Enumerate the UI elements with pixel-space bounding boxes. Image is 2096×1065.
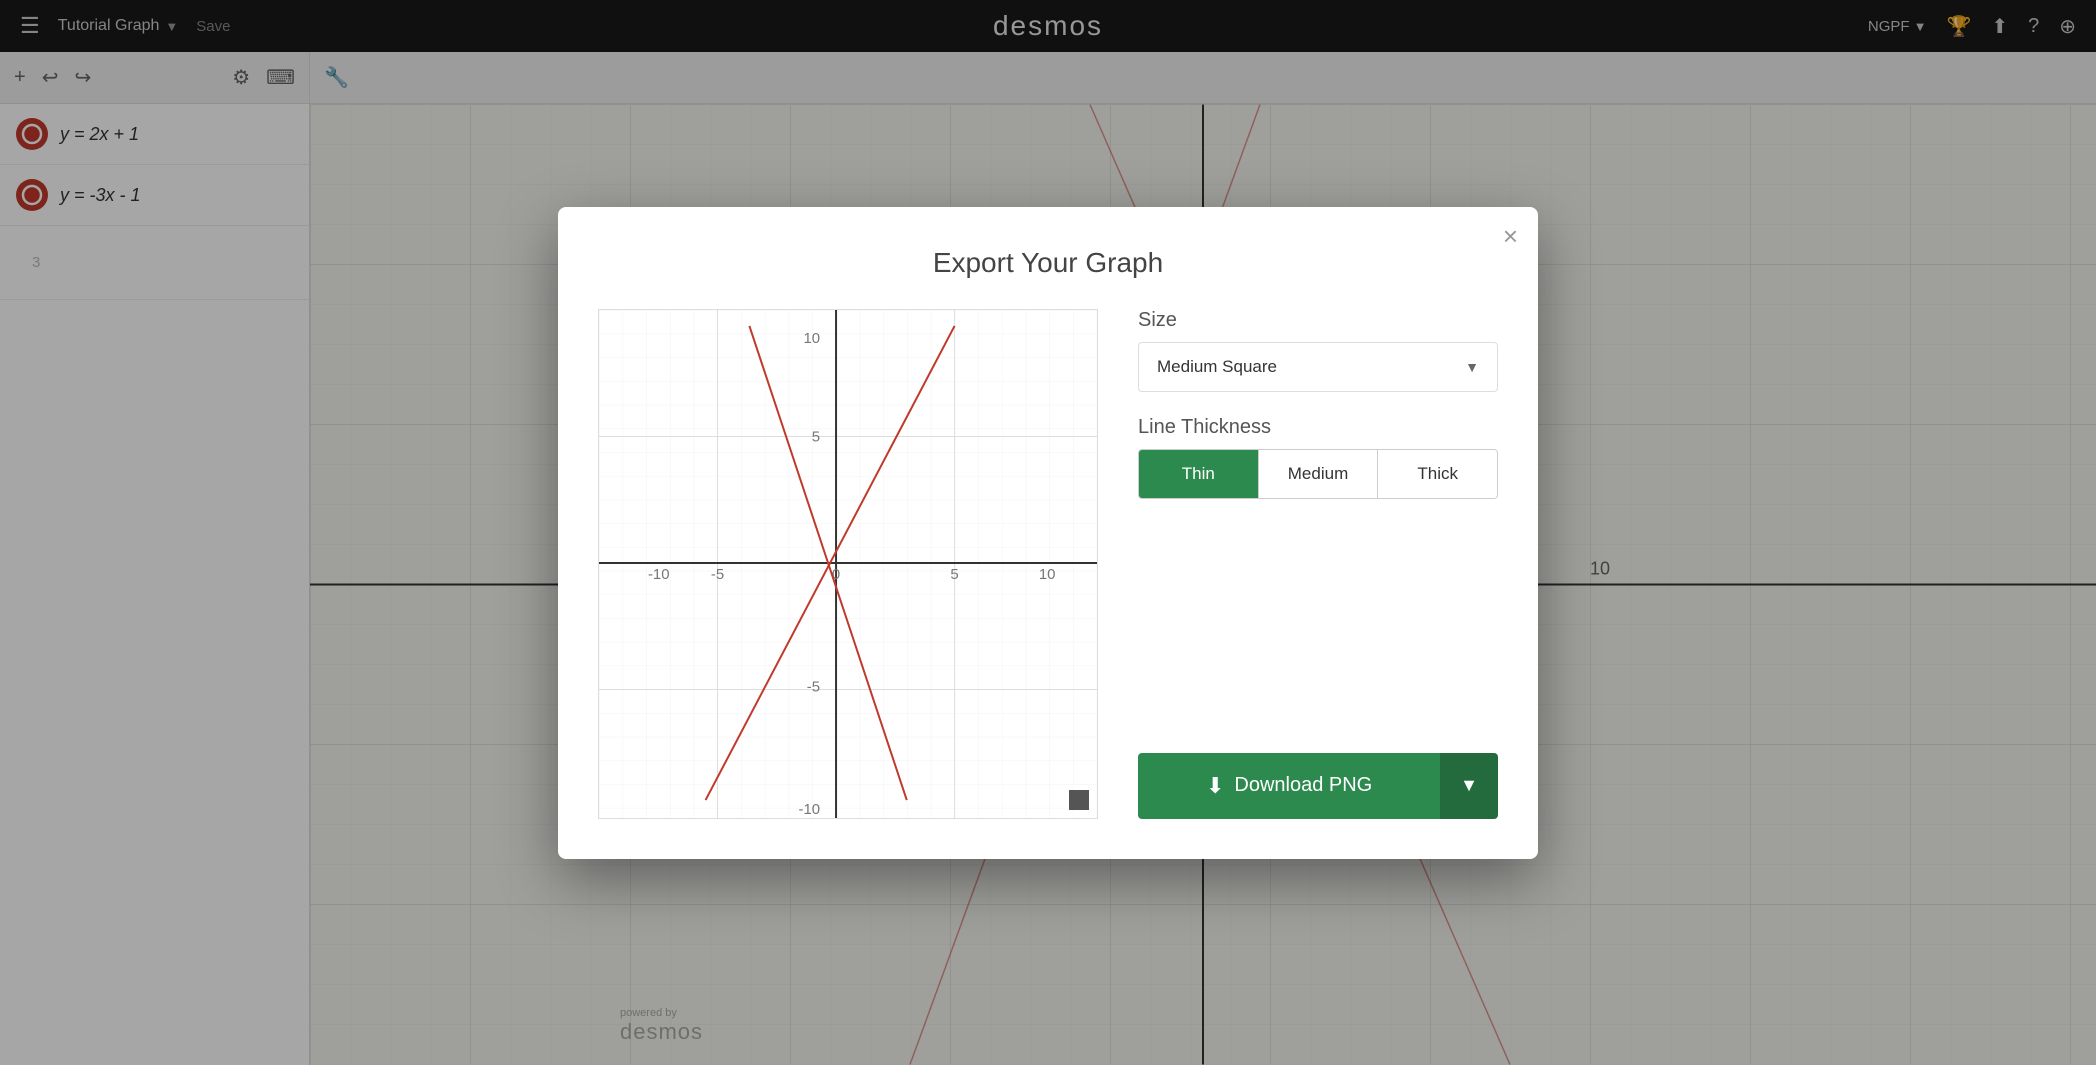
- download-row: ⬇ Download PNG ▼: [1138, 753, 1498, 819]
- download-icon: ⬇: [1206, 773, 1224, 799]
- right-panel: Size Medium Square ▼ Line Thickness Thin…: [1138, 309, 1498, 819]
- preview-svg: -10 -5 0 5 10 10 5 -5 -10: [599, 310, 1097, 818]
- modal-body: -10 -5 0 5 10 10 5 -5 -10: [598, 309, 1498, 819]
- graph-preview: -10 -5 0 5 10 10 5 -5 -10: [598, 309, 1098, 819]
- size-selected-text: Medium Square: [1157, 357, 1277, 377]
- svg-text:10: 10: [803, 329, 820, 346]
- size-label: Size: [1138, 309, 1498, 332]
- download-png-button[interactable]: ⬇ Download PNG: [1138, 753, 1440, 819]
- svg-text:5: 5: [812, 428, 820, 445]
- download-arrow-icon: ▼: [1460, 775, 1478, 795]
- thickness-thin-button[interactable]: Thin: [1139, 450, 1259, 498]
- close-button[interactable]: ×: [1503, 223, 1518, 249]
- size-dropdown-chevron-icon: ▼: [1465, 359, 1479, 375]
- download-options-button[interactable]: ▼: [1440, 753, 1498, 819]
- line-thickness-section: Line Thickness Thin Medium Thick: [1138, 416, 1498, 499]
- spacer: [1138, 523, 1498, 729]
- thickness-medium-button[interactable]: Medium: [1259, 450, 1379, 498]
- svg-text:-10: -10: [648, 565, 670, 582]
- thickness-button-group: Thin Medium Thick: [1138, 449, 1498, 499]
- export-modal: × Export Your Graph: [558, 207, 1538, 859]
- size-dropdown[interactable]: Medium Square ▼: [1138, 342, 1498, 392]
- download-label: Download PNG: [1234, 774, 1372, 797]
- thickness-thick-button[interactable]: Thick: [1378, 450, 1497, 498]
- svg-text:-5: -5: [711, 565, 724, 582]
- svg-text:5: 5: [950, 565, 958, 582]
- svg-text:-5: -5: [807, 678, 820, 695]
- preview-corner-square: [1069, 790, 1089, 810]
- svg-text:10: 10: [1039, 565, 1056, 582]
- modal-title: Export Your Graph: [598, 247, 1498, 279]
- modal-overlay[interactable]: × Export Your Graph: [0, 0, 2096, 1065]
- size-section: Size Medium Square ▼: [1138, 309, 1498, 392]
- svg-text:-10: -10: [799, 800, 821, 817]
- line-thickness-label: Line Thickness: [1138, 416, 1498, 439]
